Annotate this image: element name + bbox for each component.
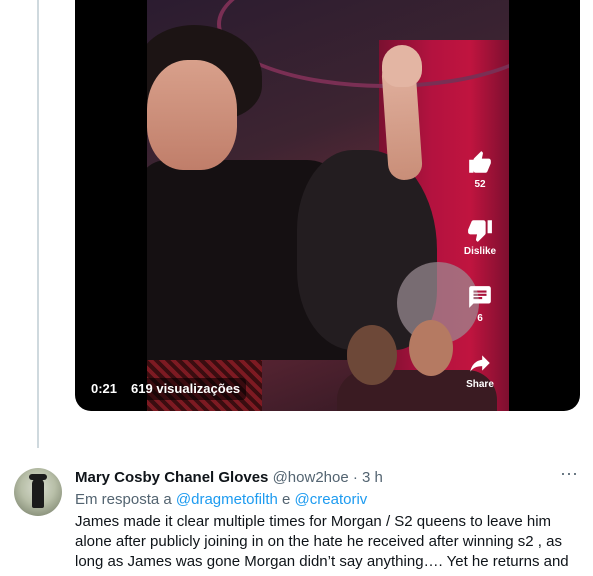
like-count: 52: [474, 179, 486, 190]
thumbs-down-icon: [468, 220, 492, 242]
comment-icon: [469, 286, 491, 308]
replying-to-line: Em resposta a @dragmetofilth e @creatori…: [75, 490, 367, 510]
separator-dot: ·: [352, 469, 358, 486]
replying-conjunction: e: [282, 491, 291, 508]
video-view-count: 619 visualizações: [131, 381, 241, 396]
reply-tweet[interactable]: Mary Cosby Chanel Gloves @how2hoe · 3 h …: [0, 448, 593, 576]
comments-action[interactable]: 6: [450, 284, 510, 324]
embedded-video[interactable]: 52 Dislike 6 Share 0:21 619 visualizaçõe…: [75, 0, 580, 411]
tweet-text: James made it clear multiple times for M…: [75, 513, 569, 570]
thread-connector-line: [37, 0, 39, 448]
share-action[interactable]: Share: [450, 350, 510, 390]
more-horizontal-icon[interactable]: ···: [559, 464, 579, 486]
dislike-label: Dislike: [463, 246, 497, 257]
avatar[interactable]: [14, 468, 62, 516]
thumbs-up-icon: [469, 151, 491, 173]
share-icon: [470, 355, 490, 372]
video-time-overlay: 0:21 619 visualizações: [85, 378, 247, 400]
share-label: Share: [466, 379, 494, 390]
tweet-header: Mary Cosby Chanel Gloves @how2hoe · 3 h: [75, 468, 383, 488]
replying-prefix: Em resposta a: [75, 491, 172, 508]
author-name[interactable]: Mary Cosby Chanel Gloves: [75, 469, 268, 486]
author-handle[interactable]: @how2hoe: [273, 469, 349, 486]
dislike-action[interactable]: Dislike: [450, 217, 510, 257]
like-action[interactable]: 52: [450, 150, 510, 190]
tweet-timestamp[interactable]: 3 h: [362, 469, 383, 486]
video-elapsed-time: 0:21: [91, 381, 118, 396]
comment-count: 6: [477, 313, 483, 324]
replying-user-link[interactable]: @dragmetofilth: [176, 491, 278, 508]
replying-user-link[interactable]: @creatoriv: [295, 491, 368, 508]
